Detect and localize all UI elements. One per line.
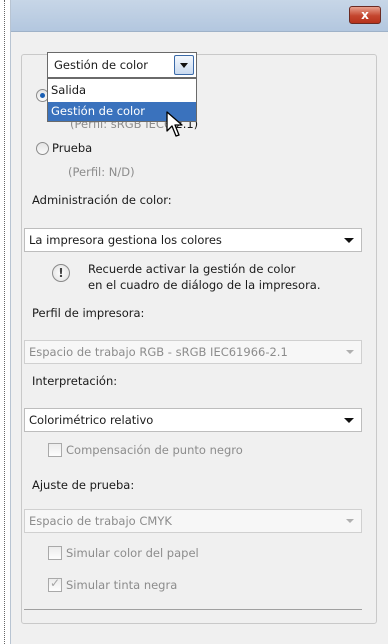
output-mode-selected: Gestión de color xyxy=(54,58,149,72)
prueba-profile: (Perfil: N/D) xyxy=(68,165,135,179)
rendering-label: Interpretación: xyxy=(32,374,118,388)
info-icon: ! xyxy=(52,264,70,282)
selection-border xyxy=(4,0,5,644)
prueba-label[interactable]: Prueba xyxy=(52,141,92,155)
output-mode-combobox[interactable]: Gestión de color xyxy=(47,52,197,78)
chevron-down-icon xyxy=(344,418,354,423)
notice-line-2: en el cuadro de diálogo de la impresora. xyxy=(88,278,321,292)
proof-setup-select[interactable]: Espacio de trabajo CMYK xyxy=(24,509,362,533)
proof-setup-label: Ajuste de prueba: xyxy=(32,478,135,492)
title-bar: x xyxy=(11,0,388,32)
black-ink-checkbox[interactable] xyxy=(48,576,62,592)
chevron-down-icon[interactable] xyxy=(174,55,194,75)
paper-color-label: Simular color del papel xyxy=(66,546,199,560)
printer-profile-value: Espacio de trabajo RGB - sRGB IEC61966-2… xyxy=(29,345,288,359)
chevron-down-icon xyxy=(346,519,354,523)
rendering-select[interactable]: Colorimétrico relativo xyxy=(24,408,362,432)
chevron-down-icon xyxy=(344,238,354,243)
prueba-radio[interactable] xyxy=(36,142,49,155)
color-management-select[interactable]: La impresora gestiona los colores xyxy=(24,228,362,252)
notice-line-1: Recuerde activar la gestión de color xyxy=(88,262,296,276)
rendering-value: Colorimétrico relativo xyxy=(29,413,154,427)
chevron-down-icon xyxy=(346,350,354,354)
paper-color-checkbox[interactable] xyxy=(48,546,62,560)
mouse-pointer-icon xyxy=(166,111,183,137)
black-point-checkbox[interactable] xyxy=(48,443,62,457)
black-point-label: Compensación de punto negro xyxy=(66,443,243,457)
close-button[interactable]: x xyxy=(349,6,381,24)
dropdown-option-salida[interactable]: Salida xyxy=(48,81,196,100)
color-management-group xyxy=(21,54,377,624)
black-ink-label: Simular tinta negra xyxy=(66,578,178,592)
printer-profile-select[interactable]: Espacio de trabajo RGB - sRGB IEC61966-2… xyxy=(24,340,362,364)
printer-profile-label: Perfil de impresora: xyxy=(32,306,145,320)
color-management-value: La impresora gestiona los colores xyxy=(29,233,222,247)
divider xyxy=(24,609,362,610)
proof-setup-value: Espacio de trabajo CMYK xyxy=(29,514,172,528)
color-management-label: Administración de color: xyxy=(32,193,172,207)
